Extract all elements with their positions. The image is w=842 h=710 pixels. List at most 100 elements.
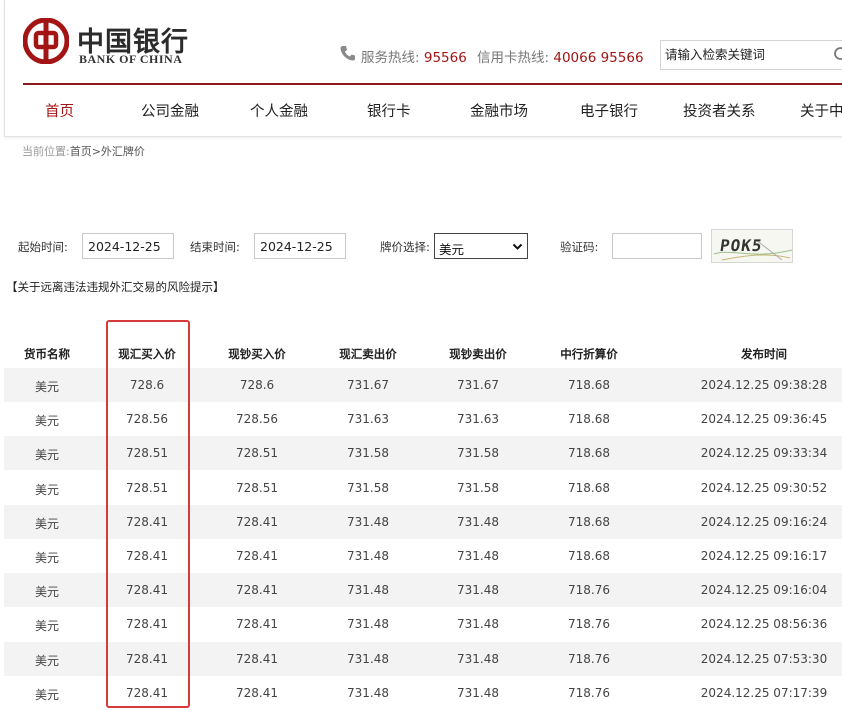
cell-cash-buy: 728.51 bbox=[236, 480, 278, 495]
header-cash-sell: 现钞卖出价 bbox=[449, 347, 507, 361]
cell-cash-sell: 731.67 bbox=[457, 378, 499, 392]
cell-cash-sell: 731.48 bbox=[457, 685, 499, 700]
cell-currency-name: 美元 bbox=[34, 687, 60, 702]
nav-item-financial-markets[interactable]: 金融市场 bbox=[470, 100, 528, 121]
table-row: 美元 728.41 728.41 731.48 731.48 718.68 2024.12.… bbox=[4, 539, 842, 573]
cell-publish-time: 2024.12.25 08:56:36 bbox=[700, 617, 828, 632]
brand-name-en: BANK OF CHINA bbox=[79, 52, 183, 66]
header-cash-buy: 现钞买入价 bbox=[228, 347, 286, 361]
cell-spot-sell: 731.48 bbox=[347, 685, 389, 700]
breadcrumb-prefix: 当前位置: bbox=[22, 145, 70, 158]
cell-boc-conversion: 718.76 bbox=[568, 651, 610, 666]
table-row: 美元 728.41 728.41 731.48 731.48 718.76 2024.12.… bbox=[4, 573, 842, 608]
cell-spot-buy: 728.51 bbox=[126, 480, 168, 495]
main-nav: 首页 公司金融 个人金融 银行卡 金融市场 电子银行 投资者关系 关于中 bbox=[5, 100, 842, 122]
cell-publish-time: 2024.12.25 09:38:28 bbox=[700, 378, 828, 392]
cell-spot-buy: 728.41 bbox=[126, 685, 168, 700]
table-row: 美元 728.51 728.51 731.58 731.58 718.68 2024.12.… bbox=[4, 471, 842, 505]
service-hotline-label: 服务热线: bbox=[361, 50, 420, 66]
cell-cash-sell: 731.48 bbox=[457, 514, 499, 529]
cell-boc-conversion: 718.76 bbox=[568, 583, 610, 598]
header-publish-time: 发布时间 bbox=[741, 347, 787, 361]
cell-publish-time: 2024.12.25 09:33:34 bbox=[700, 446, 828, 461]
service-hotline-number: 95566 bbox=[423, 50, 467, 66]
cell-spot-buy: 728.51 bbox=[126, 446, 168, 461]
header-boc-conversion: 中行折算价 bbox=[560, 347, 618, 361]
risk-notice-link[interactable]: 【关于远离违法违规外汇交易的风险提示】 bbox=[6, 279, 225, 295]
cell-currency-name: 美元 bbox=[34, 414, 60, 429]
chevron-down-icon bbox=[512, 243, 523, 250]
cell-publish-time: 2024.12.25 07:53:30 bbox=[700, 651, 828, 666]
boc-logo[interactable]: 中国银行 BANK OF CHINA bbox=[23, 18, 193, 68]
cell-publish-time: 2024.12.25 09:16:17 bbox=[700, 549, 828, 563]
header-spot-sell: 现汇卖出价 bbox=[339, 347, 397, 361]
cell-cash-buy: 728.41 bbox=[236, 514, 278, 529]
captcha-text: POK5 bbox=[718, 236, 764, 255]
cell-cash-sell: 731.58 bbox=[457, 446, 499, 461]
phone-icon bbox=[340, 46, 355, 61]
cell-spot-sell: 731.48 bbox=[347, 617, 389, 632]
cell-cash-buy: 728.41 bbox=[236, 549, 278, 563]
cell-spot-sell: 731.58 bbox=[347, 480, 389, 495]
search-input[interactable] bbox=[665, 47, 825, 62]
cell-spot-buy: 728.41 bbox=[126, 617, 168, 632]
header-currency-name: 货币名称 bbox=[24, 347, 70, 361]
table-row: 美元 728.41 728.41 731.48 731.48 718.76 2024.12.… bbox=[4, 607, 842, 641]
cell-spot-buy: 728.6 bbox=[129, 378, 165, 392]
currency-select-label: 牌价选择: bbox=[380, 240, 430, 254]
cell-spot-buy: 728.41 bbox=[126, 514, 168, 529]
credit-card-hotline: 信用卡热线: 40066 95566 bbox=[477, 46, 644, 66]
nav-item-e-banking[interactable]: 电子银行 bbox=[580, 100, 638, 121]
cell-cash-buy: 728.41 bbox=[236, 685, 278, 700]
cell-currency-name: 美元 bbox=[34, 516, 60, 531]
nav-item-corporate-banking[interactable]: 公司金融 bbox=[141, 100, 199, 121]
cell-boc-conversion: 718.68 bbox=[568, 446, 610, 461]
table-row: 美元 728.6 728.6 731.67 731.67 718.68 2024.12.25… bbox=[4, 368, 842, 402]
cell-publish-time: 2024.12.25 09:30:52 bbox=[700, 480, 828, 495]
cell-spot-buy: 728.41 bbox=[126, 583, 168, 598]
cell-currency-name: 美元 bbox=[34, 448, 60, 463]
nav-item-bank-cards[interactable]: 银行卡 bbox=[367, 100, 411, 121]
boc-logo-icon bbox=[23, 18, 69, 64]
cell-spot-buy: 728.41 bbox=[126, 651, 168, 666]
cell-currency-name: 美元 bbox=[34, 653, 60, 668]
header-spot-buy: 现汇买入价 bbox=[118, 347, 176, 361]
cell-boc-conversion: 718.68 bbox=[568, 412, 610, 427]
cell-cash-sell: 731.63 bbox=[457, 412, 499, 427]
cell-publish-time: 2024.12.25 07:17:39 bbox=[700, 685, 828, 700]
cell-publish-time: 2024.12.25 09:16:24 bbox=[700, 514, 828, 529]
credit-card-hotline-label: 信用卡热线: bbox=[477, 50, 550, 66]
cell-cash-buy: 728.41 bbox=[236, 583, 278, 598]
cell-currency-name: 美元 bbox=[34, 619, 60, 634]
table-row: 美元 728.41 728.41 731.48 731.48 718.76 2024.12.… bbox=[4, 641, 842, 676]
table-header-row: 货币名称 现汇买入价 现钞买入价 现汇卖出价 现钞卖出价 中行折算价 发布时间 bbox=[4, 336, 842, 368]
cell-currency-name: 美元 bbox=[34, 585, 60, 600]
cell-spot-sell: 731.48 bbox=[347, 549, 389, 563]
cell-spot-sell: 731.48 bbox=[347, 583, 389, 598]
cell-cash-buy: 728.41 bbox=[236, 617, 278, 632]
captcha-input[interactable] bbox=[612, 233, 702, 259]
breadcrumb-path[interactable]: 首页>外汇牌价 bbox=[70, 145, 145, 158]
currency-select[interactable]: 美元 bbox=[434, 233, 528, 259]
service-hotline: 服务热线: 95566 bbox=[361, 46, 467, 66]
nav-item-about[interactable]: 关于中 bbox=[800, 100, 842, 121]
search-icon[interactable] bbox=[833, 46, 842, 64]
cell-cash-sell: 731.48 bbox=[457, 583, 499, 598]
captcha-image[interactable]: POK5 bbox=[711, 229, 793, 263]
table-row: 美元 728.51 728.51 731.58 731.58 718.68 2024.12.… bbox=[4, 436, 842, 471]
currency-select-value: 美元 bbox=[439, 242, 465, 257]
cell-boc-conversion: 718.68 bbox=[568, 378, 610, 392]
end-date-input[interactable]: 2024-12-25 bbox=[254, 233, 346, 259]
start-date-input[interactable]: 2024-12-25 bbox=[82, 233, 174, 259]
cell-cash-buy: 728.41 bbox=[236, 651, 278, 666]
nav-item-home[interactable]: 首页 bbox=[45, 100, 74, 121]
cell-cash-sell: 731.58 bbox=[457, 480, 499, 495]
cell-spot-buy: 728.41 bbox=[126, 549, 168, 563]
cell-currency-name: 美元 bbox=[34, 482, 60, 497]
cell-spot-sell: 731.48 bbox=[347, 514, 389, 529]
nav-item-personal-banking[interactable]: 个人金融 bbox=[250, 100, 308, 121]
cell-boc-conversion: 718.76 bbox=[568, 685, 610, 700]
nav-item-investor-relations[interactable]: 投资者关系 bbox=[683, 100, 756, 121]
cell-boc-conversion: 718.68 bbox=[568, 549, 610, 563]
end-date-label: 结束时间: bbox=[190, 240, 240, 254]
